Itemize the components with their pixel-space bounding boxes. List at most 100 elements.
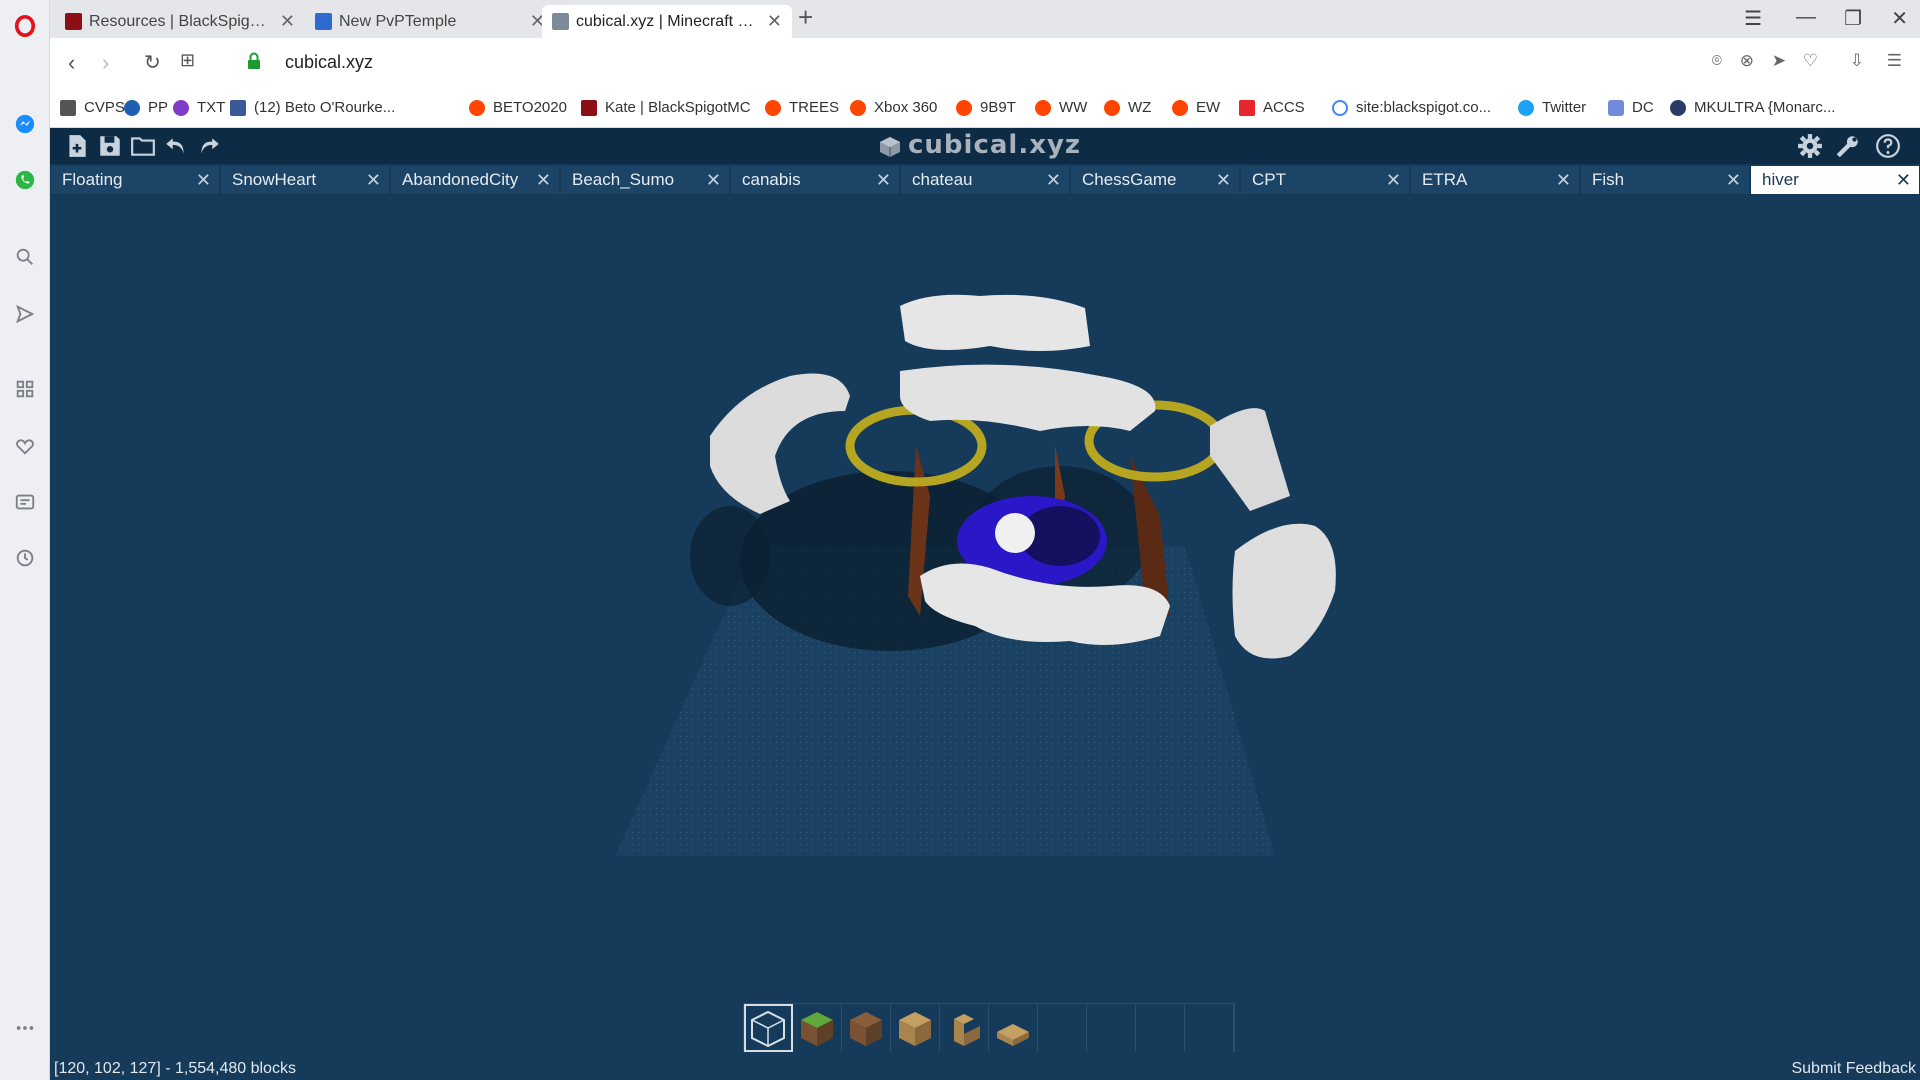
stairs-block-icon <box>954 1014 980 1046</box>
close-tab-icon[interactable]: ✕ <box>1386 166 1401 194</box>
flow-send-icon[interactable]: ➤ <box>1772 51 1786 71</box>
hotbar-slot-stairs[interactable] <box>940 1004 989 1052</box>
restore-icon[interactable]: ❐ <box>1844 6 1862 31</box>
doc-tab-snowheart[interactable]: SnowHeart ✕ <box>221 166 389 194</box>
hotbar-slot-glass[interactable] <box>744 1004 793 1052</box>
bookmark-item[interactable]: TREES <box>765 88 839 128</box>
hotbar-slot-empty[interactable] <box>1185 1004 1234 1052</box>
submit-feedback-link[interactable]: Submit Feedback <box>1791 1060 1916 1078</box>
close-tab-icon[interactable]: ✕ <box>1216 166 1231 194</box>
doc-tab-cpt[interactable]: CPT ✕ <box>1241 166 1409 194</box>
help-icon[interactable] <box>1875 133 1901 159</box>
snapshot-icon[interactable]: ⌾ <box>1712 51 1722 71</box>
doc-tab-etra[interactable]: ETRA ✕ <box>1411 166 1579 194</box>
back-icon[interactable]: ‹ <box>68 50 75 76</box>
heart-icon[interactable] <box>11 432 39 460</box>
bookmark-item[interactable]: site:blackspigot.co... <box>1332 88 1491 128</box>
close-tab-icon[interactable]: ✕ <box>280 5 295 38</box>
news-icon[interactable] <box>11 488 39 516</box>
bookmark-item[interactable]: Xbox 360 <box>850 88 937 128</box>
bookmark-item[interactable]: CVPS <box>60 88 125 128</box>
doc-tab-chessgame[interactable]: ChessGame ✕ <box>1071 166 1239 194</box>
url-text[interactable]: cubical.xyz <box>285 52 373 73</box>
browser-tab-pvptemple[interactable]: New PvPTemple ✕ <box>305 5 555 38</box>
window-close-icon[interactable]: ✕ <box>1891 6 1908 31</box>
opera-logo-icon[interactable] <box>11 12 39 40</box>
page-icon <box>60 100 76 116</box>
close-tab-icon[interactable]: ✕ <box>876 166 891 194</box>
bookmark-item[interactable]: Kate | BlackSpigotMC <box>581 88 751 128</box>
downloads-icon[interactable]: ⇩ <box>1850 51 1864 71</box>
bookmark-item[interactable]: WW <box>1035 88 1087 128</box>
bookmark-heart-icon[interactable]: ♡ <box>1803 51 1818 71</box>
hotbar-slot-empty[interactable] <box>1038 1004 1087 1052</box>
open-folder-icon[interactable] <box>130 133 156 159</box>
close-tab-icon[interactable]: ✕ <box>767 5 782 38</box>
close-tab-icon[interactable]: ✕ <box>1726 166 1741 194</box>
whatsapp-icon[interactable] <box>11 166 39 194</box>
hotbar-slot-slab[interactable] <box>989 1004 1038 1052</box>
bookmark-item[interactable]: Twitter <box>1518 88 1586 128</box>
search-icon[interactable] <box>11 243 39 271</box>
history-icon[interactable] <box>11 544 39 572</box>
doc-tab-fish[interactable]: Fish ✕ <box>1581 166 1749 194</box>
browser-tab-cubical[interactable]: cubical.xyz | Minecraft 3D S ✕ <box>542 5 792 38</box>
bookmark-item[interactable]: EW <box>1172 88 1220 128</box>
doc-tab-chateau[interactable]: chateau ✕ <box>901 166 1069 194</box>
save-icon[interactable] <box>97 133 123 159</box>
redo-icon[interactable] <box>196 133 222 159</box>
minimize-icon[interactable]: — <box>1796 6 1816 29</box>
bookmark-item[interactable]: TXT <box>173 88 225 128</box>
reload-icon[interactable]: ↻ <box>144 50 161 75</box>
hotbar-slot-empty[interactable] <box>1087 1004 1136 1052</box>
bookmark-item[interactable]: DC <box>1608 88 1654 128</box>
speed-dial-icon[interactable] <box>11 375 39 403</box>
orb-highlight <box>995 513 1035 553</box>
facebook-icon <box>230 100 246 116</box>
bookmark-item[interactable]: ACCS <box>1239 88 1305 128</box>
bookmark-item[interactable]: PP <box>124 88 168 128</box>
bookmark-item[interactable]: (12) Beto O'Rourke... <box>230 88 395 128</box>
tabs-grid-icon[interactable]: ⊞ <box>180 50 195 71</box>
tools-icon[interactable] <box>1835 133 1861 159</box>
messenger-icon[interactable] <box>11 110 39 138</box>
hotbar-slot-dirt[interactable] <box>842 1004 891 1052</box>
bookmark-item[interactable]: MKULTRA {Monarc... <box>1670 88 1835 128</box>
adblock-icon[interactable]: ⊗ <box>1740 51 1754 71</box>
grass-block-icon <box>801 1012 833 1046</box>
doc-tab-hiver[interactable]: hiver ✕ <box>1751 166 1919 194</box>
reddit-icon <box>469 100 485 116</box>
doc-tab-floating[interactable]: Floating ✕ <box>51 166 219 194</box>
bookmark-item[interactable]: BETO2020 <box>469 88 567 128</box>
doc-tab-abandonedcity[interactable]: AbandonedCity ✕ <box>391 166 559 194</box>
close-tab-icon[interactable]: ✕ <box>1046 166 1061 194</box>
close-tab-icon[interactable]: ✕ <box>1896 166 1911 194</box>
wordpress-icon <box>1670 100 1686 116</box>
hotbar-slot-planks[interactable] <box>891 1004 940 1052</box>
blackspigot-icon <box>581 100 597 116</box>
tab-menu-icon[interactable]: ☰ <box>1744 6 1762 31</box>
close-tab-icon[interactable]: ✕ <box>706 166 721 194</box>
hotbar-slot-empty[interactable] <box>1136 1004 1185 1052</box>
bookmark-item[interactable]: WZ <box>1104 88 1151 128</box>
settings-icon[interactable] <box>1797 133 1823 159</box>
more-icon[interactable] <box>11 1014 39 1042</box>
hotbar-slot-grass[interactable] <box>793 1004 842 1052</box>
easy-setup-icon[interactable]: ☰ <box>1887 51 1902 71</box>
paypal-icon <box>124 100 140 116</box>
doc-tab-beach-sumo[interactable]: Beach_Sumo ✕ <box>561 166 729 194</box>
browser-tab-blackspigot[interactable]: Resources | BlackSpigotMC ✕ <box>55 5 305 38</box>
3d-viewport[interactable] <box>50 196 1920 1052</box>
close-tab-icon[interactable]: ✕ <box>1556 166 1571 194</box>
new-tab-plus-icon[interactable]: + <box>798 2 813 33</box>
close-tab-icon[interactable]: ✕ <box>366 166 381 194</box>
send-icon[interactable] <box>11 300 39 328</box>
undo-icon[interactable] <box>163 133 189 159</box>
doc-tab-canabis[interactable]: canabis ✕ <box>731 166 899 194</box>
cubical-cube-logo-icon <box>880 137 900 157</box>
close-tab-icon[interactable]: ✕ <box>196 166 211 194</box>
new-file-icon[interactable] <box>64 133 90 159</box>
close-tab-icon[interactable]: ✕ <box>536 166 551 194</box>
forward-icon[interactable]: › <box>102 50 109 76</box>
bookmark-item[interactable]: 9B9T <box>956 88 1016 128</box>
